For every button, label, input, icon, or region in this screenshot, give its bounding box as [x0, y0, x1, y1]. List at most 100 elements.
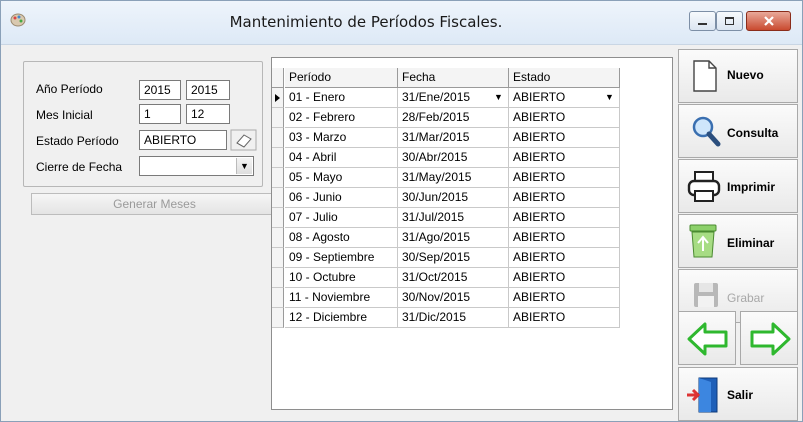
row-indicator[interactable] — [272, 68, 284, 88]
row-indicator[interactable] — [272, 248, 284, 268]
table-row[interactable]: 10 - Octubre 31/Oct/2015 ABIERTO — [272, 268, 620, 288]
table-cell[interactable]: 09 - Septiembre — [285, 248, 398, 268]
salir-button[interactable]: Salir — [678, 367, 798, 421]
table-cell[interactable]: ABIERTO — [509, 168, 620, 188]
magnifier-icon — [692, 116, 721, 147]
table-row[interactable]: 01 - Enero 31/Ene/2015 ▼ ABIERTO ▼ — [272, 88, 620, 108]
maximize-button[interactable] — [716, 11, 743, 31]
table-cell[interactable]: 02 - Febrero — [285, 108, 398, 128]
table-row[interactable]: 06 - Junio 30/Jun/2015 ABIERTO — [272, 188, 620, 208]
table-cell[interactable]: 31/May/2015 — [398, 168, 509, 188]
grid-header-cell[interactable]: Período — [285, 68, 398, 88]
grid-header-cell[interactable]: Fecha — [398, 68, 509, 88]
table-row[interactable]: 03 - Marzo 31/Mar/2015 ABIERTO — [272, 128, 620, 148]
filter-panel: Año Período 2015 2015 Mes Inicial 1 12 E… — [21, 57, 278, 422]
table-cell[interactable]: 31/Mar/2015 — [398, 128, 509, 148]
minimize-button[interactable] — [689, 11, 716, 31]
eliminar-button[interactable]: Eliminar — [678, 214, 798, 268]
table-cell[interactable]: 06 - Junio — [285, 188, 398, 208]
cell-text: 31/Dic/2015 — [402, 310, 467, 324]
actions-panel: Nuevo Consulta Imprimir Eliminar Grabar … — [678, 47, 803, 422]
table-row[interactable]: 09 - Septiembre 30/Sep/2015 ABIERTO — [272, 248, 620, 268]
row-indicator[interactable] — [272, 288, 284, 308]
close-button[interactable] — [746, 11, 791, 31]
table-cell[interactable]: 31/Ene/2015 ▼ — [398, 88, 509, 108]
table-row[interactable]: 02 - Febrero 28/Feb/2015 ABIERTO — [272, 108, 620, 128]
table-cell[interactable]: 30/Sep/2015 — [398, 248, 509, 268]
anio-hasta-input[interactable]: 2015 — [186, 80, 230, 100]
table-cell[interactable]: 31/Ago/2015 — [398, 228, 509, 248]
table-row[interactable]: 12 - Diciembre 31/Dic/2015 ABIERTO — [272, 308, 620, 328]
table-cell[interactable]: 07 - Julio — [285, 208, 398, 228]
chevron-down-icon[interactable]: ▼ — [491, 90, 506, 105]
table-cell[interactable]: 01 - Enero — [285, 88, 398, 108]
row-indicator[interactable] — [272, 188, 284, 208]
table-cell[interactable]: 03 - Marzo — [285, 128, 398, 148]
row-indicator[interactable] — [272, 168, 284, 188]
table-cell[interactable]: 31/Oct/2015 — [398, 268, 509, 288]
cell-text: 31/Mar/2015 — [402, 130, 470, 144]
table-cell[interactable]: ABIERTO — [509, 248, 620, 268]
estado-input[interactable]: ABIERTO — [139, 130, 227, 150]
mes-desde-input[interactable]: 1 — [139, 104, 181, 124]
table-cell[interactable]: ABIERTO — [509, 308, 620, 328]
table-row[interactable]: 08 - Agosto 31/Ago/2015 ABIERTO — [272, 228, 620, 248]
cell-text: 04 - Abril — [289, 150, 337, 164]
row-indicator[interactable] — [272, 148, 284, 168]
table-cell[interactable]: ABIERTO — [509, 188, 620, 208]
cell-text: ABIERTO — [513, 190, 566, 204]
row-indicator[interactable] — [272, 208, 284, 228]
eraser-icon[interactable] — [230, 129, 257, 151]
row-indicator[interactable] — [272, 308, 284, 328]
chevron-down-icon[interactable]: ▼ — [236, 158, 252, 174]
table-cell[interactable]: 05 - Mayo — [285, 168, 398, 188]
printer-icon — [687, 171, 721, 202]
table-row[interactable]: 11 - Noviembre 30/Nov/2015 ABIERTO — [272, 288, 620, 308]
periods-grid[interactable]: Período Fecha Estado 01 - Enero 31/Ene/2015 ▼… — [271, 57, 673, 410]
table-cell[interactable]: 31/Dic/2015 — [398, 308, 509, 328]
table-cell[interactable]: ABIERTO — [509, 148, 620, 168]
table-cell[interactable]: ABIERTO — [509, 288, 620, 308]
table-cell[interactable]: ABIERTO — [509, 128, 620, 148]
anio-desde-input[interactable]: 2015 — [139, 80, 181, 100]
next-button[interactable] — [740, 311, 798, 365]
generar-meses-label: Generar Meses — [113, 197, 196, 211]
imprimir-button[interactable]: Imprimir — [678, 159, 798, 213]
table-cell[interactable]: 30/Abr/2015 — [398, 148, 509, 168]
table-cell[interactable]: 04 - Abril — [285, 148, 398, 168]
table-cell[interactable]: ABIERTO — [509, 228, 620, 248]
table-cell[interactable]: 30/Nov/2015 — [398, 288, 509, 308]
table-cell[interactable]: 08 - Agosto — [285, 228, 398, 248]
table-cell[interactable]: 31/Jul/2015 — [398, 208, 509, 228]
cell-text: ABIERTO — [513, 110, 566, 124]
cell-text: 02 - Febrero — [289, 110, 356, 124]
table-cell[interactable]: ABIERTO ▼ — [509, 88, 620, 108]
table-row[interactable]: 07 - Julio 31/Jul/2015 ABIERTO — [272, 208, 620, 228]
recycle-bin-icon — [689, 224, 717, 258]
cell-text: 12 - Diciembre — [289, 310, 368, 324]
row-indicator[interactable] — [272, 268, 284, 288]
table-cell[interactable]: 30/Jun/2015 — [398, 188, 509, 208]
row-indicator[interactable] — [272, 88, 284, 108]
table-row[interactable]: 05 - Mayo 31/May/2015 ABIERTO — [272, 168, 620, 188]
previous-button[interactable] — [678, 311, 736, 365]
table-cell[interactable]: 11 - Noviembre — [285, 288, 398, 308]
row-indicator[interactable] — [272, 228, 284, 248]
grid-header-cell[interactable]: Estado — [509, 68, 620, 88]
row-indicator[interactable] — [272, 128, 284, 148]
mes-hasta-input[interactable]: 12 — [186, 104, 230, 124]
table-cell[interactable]: 12 - Diciembre — [285, 308, 398, 328]
table-cell[interactable]: ABIERTO — [509, 108, 620, 128]
table-cell[interactable]: 28/Feb/2015 — [398, 108, 509, 128]
table-cell[interactable]: ABIERTO — [509, 268, 620, 288]
chevron-down-icon[interactable]: ▼ — [602, 90, 617, 105]
cierre-fecha-combo[interactable]: ▼ — [139, 156, 254, 176]
consulta-button[interactable]: Consulta — [678, 104, 798, 158]
table-cell[interactable]: 10 - Octubre — [285, 268, 398, 288]
generar-meses-button[interactable]: Generar Meses — [31, 193, 278, 215]
cell-text: 31/Jul/2015 — [402, 210, 465, 224]
table-cell[interactable]: ABIERTO — [509, 208, 620, 228]
table-row[interactable]: 04 - Abril 30/Abr/2015 ABIERTO — [272, 148, 620, 168]
nuevo-button[interactable]: Nuevo — [678, 49, 798, 103]
row-indicator[interactable] — [272, 108, 284, 128]
